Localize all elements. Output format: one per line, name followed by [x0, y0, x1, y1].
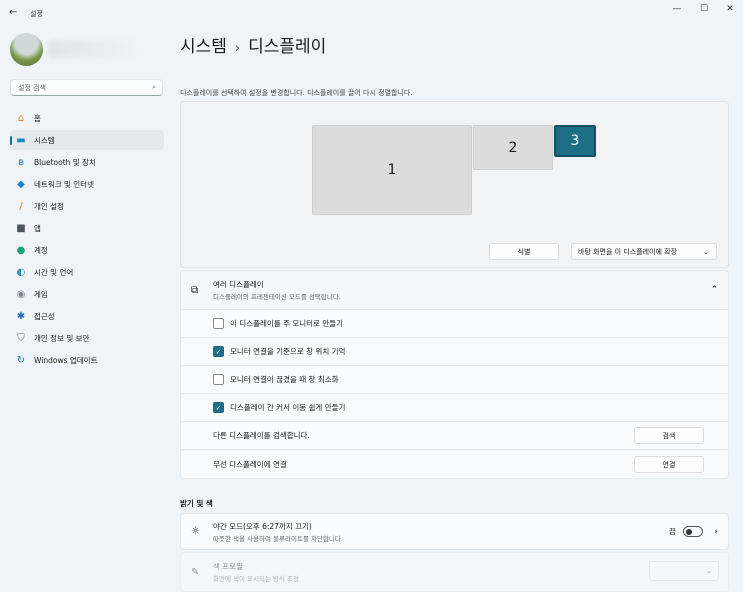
breadcrumb-display: 디스플레이	[248, 37, 327, 57]
monitor-1[interactable]: 1	[312, 125, 472, 215]
sidebar-item-5[interactable]: ■ 앱	[10, 218, 164, 238]
account-icon: ●	[16, 244, 26, 256]
accessibility-icon: ✱	[16, 310, 26, 322]
wireless-label: 무선 디스플레이에 연결	[213, 460, 287, 469]
option-label: 이 디스플레이를 주 모니터로 만들기	[230, 319, 344, 328]
sidebar-item-6[interactable]: ● 계정	[10, 240, 164, 260]
sidebar-item-label: 접근성	[34, 311, 55, 321]
connect-button[interactable]: 연결	[634, 456, 704, 473]
monitor-3[interactable]: 3	[554, 125, 596, 157]
pen-icon: ✎	[191, 566, 200, 578]
option-row: 모니터 연결이 끊겼을 때 창 최소화	[180, 366, 729, 394]
sidebar-item-label: 게임	[34, 289, 48, 299]
sidebar-item-10[interactable]: ⛉ 개인 정보 및 보안	[10, 328, 164, 348]
multi-monitor-icon: ⧉	[191, 284, 199, 296]
sidebar-item-label: 네트워크 및 인터넷	[34, 179, 94, 189]
checkbox[interactable]	[213, 318, 224, 329]
avatar[interactable]	[10, 33, 43, 66]
gamepad-icon: ◉	[16, 288, 26, 300]
sidebar-item-1[interactable]: ▬ 시스템	[10, 130, 164, 150]
globe-clock-icon: ◐	[16, 266, 26, 278]
chevron-right-icon[interactable]: ›	[714, 527, 718, 537]
minimize-button[interactable]: —	[667, 4, 687, 14]
checkbox[interactable]	[213, 374, 224, 385]
brush-icon: /	[19, 200, 23, 212]
sidebar-item-label: 개인 정보 및 보안	[34, 333, 90, 343]
night-light-toggle[interactable]	[683, 526, 703, 537]
detect-row: 다른 디스플레이를 검색합니다. 검색	[180, 422, 729, 450]
update-icon: ↻	[16, 354, 26, 366]
sidebar-item-label: 홈	[34, 113, 41, 123]
title-bar: ← 설정 — ☐ ✕	[0, 0, 743, 26]
home-icon: ⌂	[17, 112, 25, 124]
sidebar-item-label: 계정	[34, 245, 48, 255]
maximize-button[interactable]: ☐	[694, 4, 714, 14]
sidebar-item-label: 시간 및 언어	[34, 267, 74, 277]
search-placeholder: 설정 검색	[18, 84, 46, 92]
chevron-down-icon: ⌄	[706, 567, 712, 575]
bluetooth-icon: ʙ	[18, 156, 24, 168]
sidebar-item-7[interactable]: ◐ 시간 및 언어	[10, 262, 164, 282]
sidebar-item-3[interactable]: ◆ 네트워크 및 인터넷	[10, 174, 164, 194]
option-label: 디스플레이 간 커서 이동 쉽게 만들기	[230, 403, 346, 412]
sidebar-item-0[interactable]: ⌂ 홈	[10, 108, 164, 128]
night-state: 끔	[669, 527, 676, 536]
detect-label: 다른 디스플레이를 검색합니다.	[213, 431, 310, 440]
back-arrow-icon[interactable]: ←	[9, 7, 17, 18]
color-profile-select[interactable]: ⌄	[649, 561, 719, 581]
sidebar-item-label: 시스템	[34, 135, 55, 145]
option-label: 모니터 연결을 기준으로 창 위치 기억	[230, 347, 346, 356]
sidebar-item-4[interactable]: / 개인 설정	[10, 196, 164, 216]
sidebar-item-label: 앱	[34, 223, 41, 233]
sidebar-item-11[interactable]: ↻ Windows 업데이트	[10, 350, 164, 370]
chevron-down-icon: ⌄	[703, 247, 709, 256]
app-title: 설정	[30, 10, 43, 18]
night-light-icon: ☼	[191, 526, 200, 537]
search-icon: ⌕	[152, 83, 156, 91]
checkbox[interactable]: ✓	[213, 402, 224, 413]
color-profile-row[interactable]: ✎ 색 프로필화면에 색이 표시되는 방식 조정 ⌄	[180, 552, 729, 592]
page-title: 시스템 › 디스플레이	[180, 32, 326, 57]
detect-button[interactable]: 검색	[634, 427, 704, 444]
account-name-blurred	[48, 40, 134, 58]
multi-title: 여러 디스플레이	[213, 280, 264, 289]
breadcrumb-system[interactable]: 시스템	[180, 37, 227, 57]
profile-subtitle: 화면에 색이 표시되는 방식 조정	[213, 575, 300, 583]
monitor-2[interactable]: 2	[473, 125, 553, 170]
multi-subtitle: 디스플레이의 프레젠테이션 모드를 선택합니다.	[213, 293, 341, 301]
option-row: ✓ 디스플레이 간 커서 이동 쉽게 만들기	[180, 394, 729, 422]
wifi-icon: ◆	[17, 178, 25, 190]
arrangement-description: 디스플레이를 선택하여 설정을 변경합니다. 디스플레이를 끌어 다시 정렬합니…	[180, 89, 413, 97]
breadcrumb-separator: ›	[234, 41, 241, 56]
sidebar-item-label: 개인 설정	[34, 201, 64, 211]
brightness-heading: 밝기 및 색	[180, 499, 213, 508]
night-subtitle: 따뜻한 색을 사용하여 블루라이트를 차단합니다.	[213, 534, 343, 543]
sidebar-item-2[interactable]: ʙ Bluetooth 및 장치	[10, 152, 164, 172]
sidebar-item-label: Bluetooth 및 장치	[34, 157, 96, 167]
shield-icon: ⛉	[17, 332, 25, 344]
option-row: 이 디스플레이를 주 모니터로 만들기	[180, 310, 729, 338]
sidebar-item-label: Windows 업데이트	[34, 355, 98, 365]
night-light-row[interactable]: ☼ 야간 모드(오후 6:27까지 끄기) 따뜻한 색을 사용하여 블루라이트를 …	[180, 513, 729, 550]
wireless-row: 무선 디스플레이에 연결 연결	[180, 451, 729, 479]
checkbox[interactable]: ✓	[213, 346, 224, 357]
sidebar-item-8[interactable]: ◉ 게임	[10, 284, 164, 304]
chevron-up-icon[interactable]: ⌃	[710, 285, 718, 295]
apps-icon: ■	[16, 222, 26, 234]
system-icon: ▬	[16, 134, 26, 146]
sidebar-item-9[interactable]: ✱ 접근성	[10, 306, 164, 326]
multiple-displays-header[interactable]: ⧉ 여러 디스플레이디스플레이의 프레젠테이션 모드를 선택합니다. ⌃	[180, 270, 729, 310]
option-label: 모니터 연결이 끊겼을 때 창 최소화	[230, 375, 339, 384]
close-button[interactable]: ✕	[720, 4, 740, 14]
identify-button[interactable]: 식별	[489, 243, 559, 260]
select-value: 바탕 화면을 이 디스플레이에 확장	[578, 247, 678, 256]
profile-title: 색 프로필	[213, 562, 243, 571]
settings-search-input[interactable]: 설정 검색 ⌕	[10, 79, 163, 96]
night-title: 야간 모드(오후 6:27까지 끄기)	[213, 521, 312, 531]
extend-display-select[interactable]: 바탕 화면을 이 디스플레이에 확장 ⌄	[571, 243, 717, 260]
option-row: ✓ 모니터 연결을 기준으로 창 위치 기억	[180, 338, 729, 366]
